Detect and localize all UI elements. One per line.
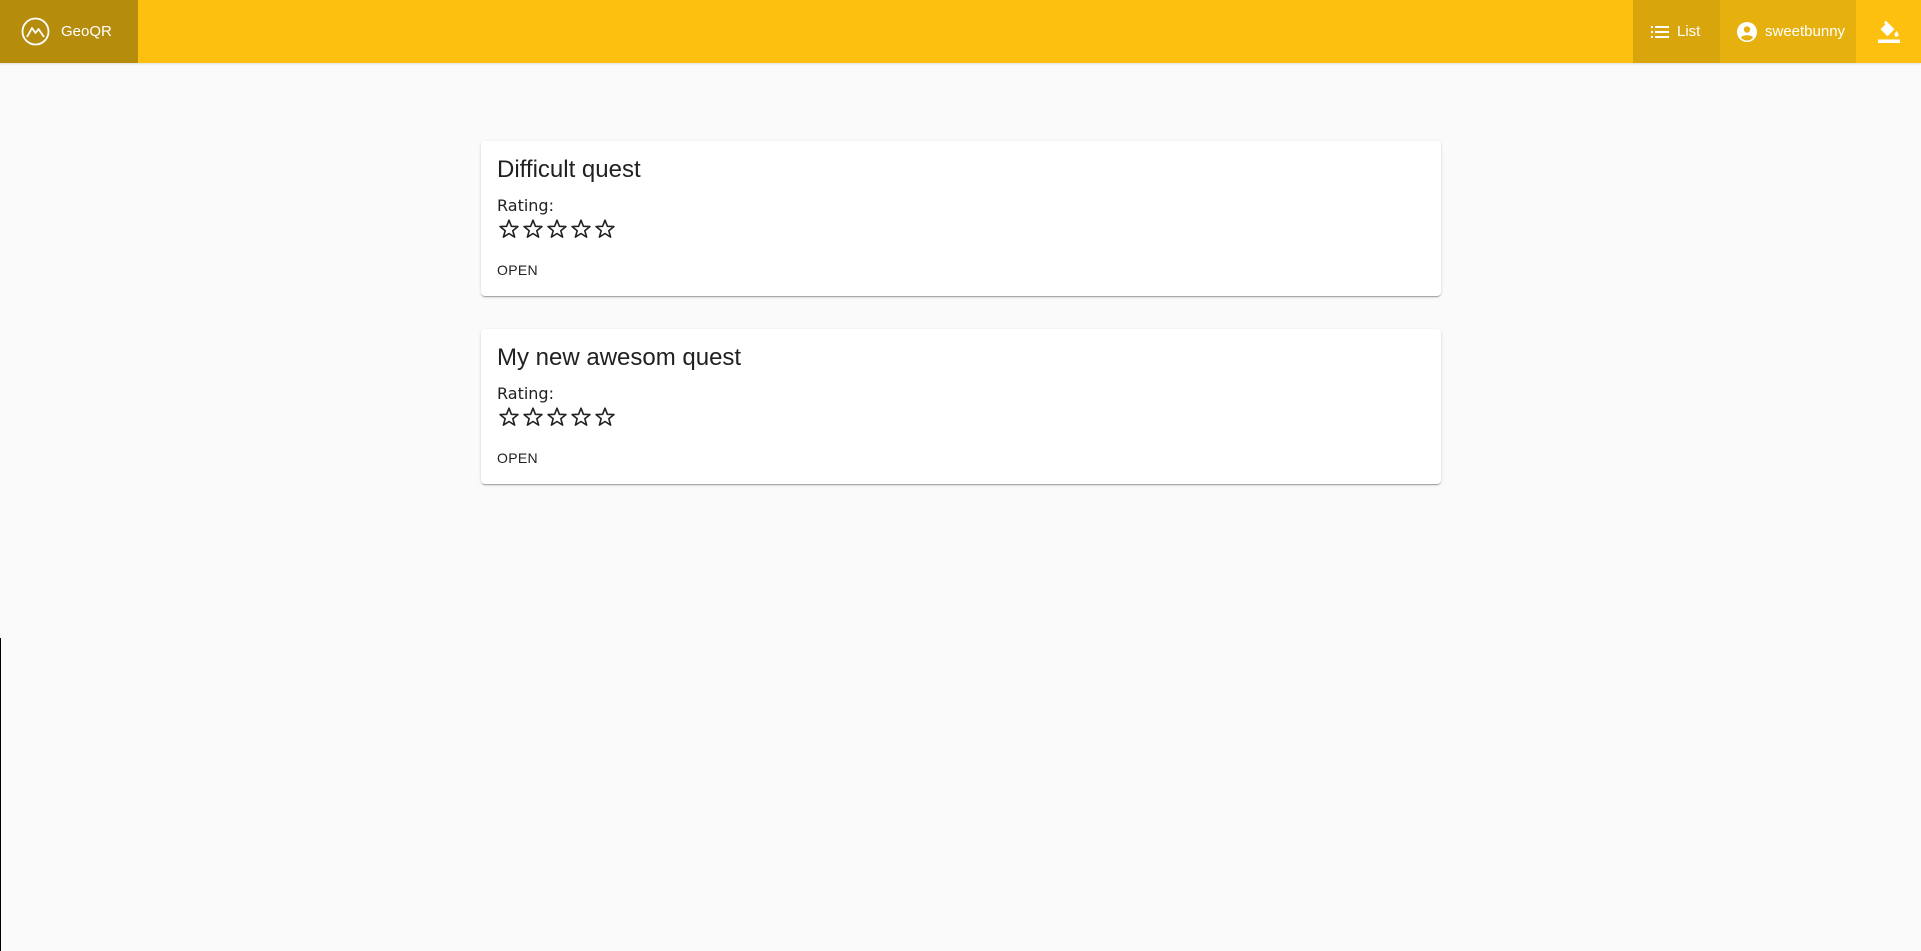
home-link[interactable]: GeoQR	[0, 0, 138, 63]
account-circle-icon	[1737, 21, 1757, 42]
rating-stars	[497, 405, 617, 429]
quest-title: My new awesom quest	[497, 344, 742, 371]
list-label: List	[1677, 23, 1701, 40]
rating-label: Rating:	[497, 384, 554, 403]
star-outline-icon[interactable]	[497, 217, 521, 241]
open-quest-button[interactable]: OPEN	[489, 440, 546, 476]
star-outline-icon[interactable]	[569, 405, 593, 429]
top-toolbar: GeoQR List sweetbunny	[0, 0, 1921, 63]
list-icon	[1651, 25, 1669, 38]
list-button[interactable]: List	[1633, 0, 1720, 63]
star-outline-icon[interactable]	[545, 217, 569, 241]
star-outline-icon[interactable]	[521, 217, 545, 241]
theme-button[interactable]	[1856, 0, 1921, 63]
quest-title: Difficult quest	[497, 156, 641, 183]
star-outline-icon[interactable]	[521, 405, 545, 429]
toolbar-actions: List sweetbunny	[1633, 0, 1921, 63]
left-edge-line	[0, 638, 1, 951]
star-outline-icon[interactable]	[545, 405, 569, 429]
brand-name: GeoQR	[61, 23, 112, 40]
star-outline-icon[interactable]	[497, 405, 521, 429]
user-menu-button[interactable]: sweetbunny	[1720, 0, 1856, 63]
star-outline-icon[interactable]	[593, 405, 617, 429]
rating-stars	[497, 217, 617, 241]
quest-card: My new awesom quest Rating: OPEN	[481, 329, 1441, 484]
mountain-logo-icon	[21, 17, 50, 46]
quest-card: Difficult quest Rating: OPEN	[481, 141, 1441, 296]
star-outline-icon[interactable]	[569, 217, 593, 241]
open-quest-button[interactable]: OPEN	[489, 252, 546, 288]
username-label: sweetbunny	[1765, 23, 1846, 40]
format-color-fill-icon	[1877, 20, 1900, 43]
rating-label: Rating:	[497, 196, 554, 215]
star-outline-icon[interactable]	[593, 217, 617, 241]
